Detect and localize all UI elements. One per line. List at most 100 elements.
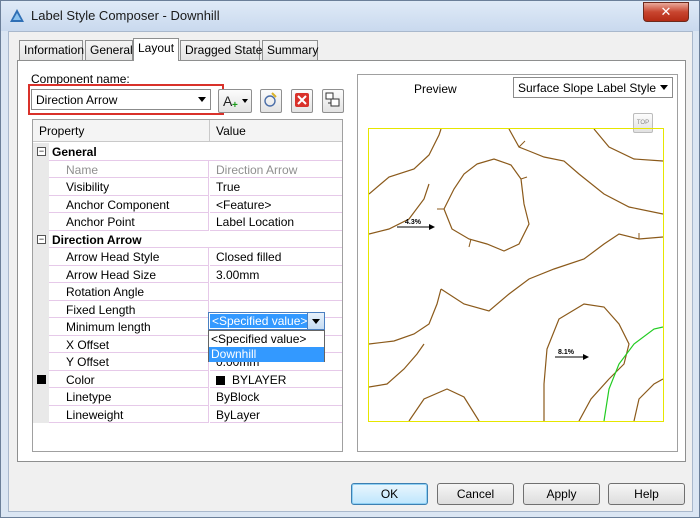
property-grid[interactable]: Property Value − General Name Direction Arr… — [32, 119, 343, 452]
tab-general[interactable]: General — [85, 40, 133, 60]
cancel-button[interactable]: Cancel — [437, 483, 514, 505]
grid-property-row[interactable]: Arrow Head Size 3.00mm — [33, 265, 342, 283]
row-gutter — [33, 318, 49, 336]
rotation-angle-editor[interactable]: <Specified value> — [208, 312, 325, 330]
preview-style-dropdown[interactable]: Surface Slope Label Style — [513, 77, 673, 98]
collapse-icon[interactable]: − — [37, 234, 46, 244]
grid-property-row[interactable]: Arrow Head Style Closed filled — [33, 248, 342, 266]
property-name: Direction Arrow — [49, 231, 342, 248]
property-value[interactable]: 3.00mm — [210, 266, 342, 283]
close-button[interactable]: ✕ — [643, 2, 689, 22]
collapse-icon[interactable]: − — [37, 147, 46, 156]
delete-component-button[interactable] — [291, 89, 313, 113]
tab-dragged-state[interactable]: Dragged State — [180, 40, 262, 60]
property-column-header: Property — [39, 124, 85, 138]
help-button[interactable]: Help — [608, 483, 685, 505]
row-gutter — [33, 283, 49, 301]
grid-property-row[interactable]: Rotation Angle — [33, 283, 342, 301]
title-bar[interactable]: Label Style Composer - Downhill ✕ — [1, 1, 699, 31]
property-value[interactable]: ByBlock — [210, 388, 342, 406]
contour-line — [408, 388, 480, 422]
option-specified-value[interactable]: <Specified value> — [209, 332, 324, 347]
add-text-component-button[interactable]: A + — [218, 89, 252, 113]
delete-component-icon — [295, 93, 309, 107]
property-value[interactable] — [210, 283, 342, 301]
row-gutter — [33, 160, 49, 178]
property-value-text: BYLAYER — [232, 372, 287, 387]
slope-tick — [518, 140, 526, 148]
property-name: Anchor Point — [49, 213, 209, 231]
grid-property-row[interactable]: Visibility True — [33, 178, 342, 196]
tab-layout[interactable]: Layout — [133, 38, 179, 61]
contour-line — [368, 288, 442, 345]
contour-line — [508, 128, 664, 215]
label-style-composer-window: Label Style Composer - Downhill ✕ Inform… — [0, 0, 700, 518]
grid-property-row[interactable]: Lineweight ByLayer — [33, 405, 342, 423]
component-draw-order-icon — [325, 92, 340, 107]
property-value[interactable]: <Feature> — [210, 196, 342, 213]
preview-canvas: 4.3% 8.1% — [368, 128, 664, 422]
property-name: Rotation Angle — [49, 283, 209, 301]
property-name: Y Offset — [49, 353, 209, 371]
component-name-value: Direction Arrow — [36, 93, 118, 107]
property-value[interactable]: ByLayer — [210, 406, 342, 423]
row-gutter — [33, 353, 49, 371]
property-value[interactable]: Label Location — [210, 213, 342, 231]
row-gutter — [33, 178, 49, 196]
chevron-down-icon[interactable] — [307, 313, 324, 329]
contour-line — [440, 233, 664, 312]
property-name: Fixed Length — [49, 300, 209, 318]
apply-button[interactable]: Apply — [523, 483, 600, 505]
text-component-add-icon: A + — [223, 93, 248, 111]
chevron-down-icon — [198, 97, 206, 102]
ok-button[interactable]: OK — [351, 483, 428, 505]
row-gutter — [33, 213, 49, 231]
row-gutter — [33, 265, 49, 283]
contour-preview: 4.3% 8.1% — [368, 128, 664, 422]
option-downhill[interactable]: Downhill — [209, 347, 324, 362]
row-gutter — [33, 195, 49, 213]
grid-property-row[interactable]: Linetype ByBlock — [33, 388, 342, 406]
grid-property-row[interactable]: Color BYLAYER — [33, 370, 342, 388]
property-value[interactable]: Closed filled — [210, 248, 342, 266]
chevron-down-icon — [660, 85, 668, 90]
grid-category-row[interactable]: − Direction Arrow — [33, 230, 342, 248]
preview-label: Preview — [414, 82, 457, 96]
grid-property-row[interactable]: Name Direction Arrow — [33, 160, 342, 178]
draw-order-button[interactable] — [322, 89, 344, 113]
property-value[interactable]: Direction Arrow — [210, 161, 342, 178]
contour-line — [593, 128, 664, 162]
property-value[interactable]: BYLAYER — [210, 371, 342, 388]
property-name: Lineweight — [49, 405, 209, 423]
svg-text:+: + — [232, 100, 238, 110]
preview-panel: Preview Surface Slope Label Style TOP 4.… — [357, 74, 678, 452]
grid-header: Property Value — [33, 120, 342, 142]
row-gutter — [33, 300, 49, 318]
rotation-angle-editor-value: <Specified value> — [210, 314, 310, 328]
tab-summary[interactable]: Summary — [262, 40, 318, 60]
grid-category-row[interactable]: − General — [33, 143, 342, 161]
preview-style-value: Surface Slope Label Style — [518, 81, 657, 95]
rotation-angle-options[interactable]: <Specified value> Downhill — [208, 330, 325, 362]
copy-component-button[interactable] — [260, 89, 282, 113]
slope-label: 4.3% — [405, 219, 422, 226]
contour-line — [368, 128, 442, 195]
contour-line — [633, 378, 664, 422]
property-name: Arrow Head Size — [49, 265, 209, 283]
property-value[interactable]: True — [210, 178, 342, 196]
component-name-dropdown[interactable]: Direction Arrow — [31, 89, 211, 110]
window-title: Label Style Composer - Downhill — [31, 8, 220, 23]
row-gutter — [33, 405, 49, 423]
grid-property-row[interactable]: Anchor Component <Feature> — [33, 195, 342, 213]
value-column-header: Value — [216, 124, 246, 138]
copy-component-icon — [264, 92, 277, 107]
dialog-client-area: Information General Layout Dragged State… — [8, 31, 693, 512]
row-gutter — [33, 388, 49, 406]
property-name: General — [49, 143, 342, 161]
slope-arrow-head — [429, 224, 435, 230]
grid-property-row[interactable]: Anchor Point Label Location — [33, 213, 342, 231]
tab-information[interactable]: Information — [19, 40, 84, 60]
property-name: Visibility — [49, 178, 209, 196]
column-divider[interactable] — [209, 120, 210, 142]
property-name: Color — [49, 370, 209, 388]
